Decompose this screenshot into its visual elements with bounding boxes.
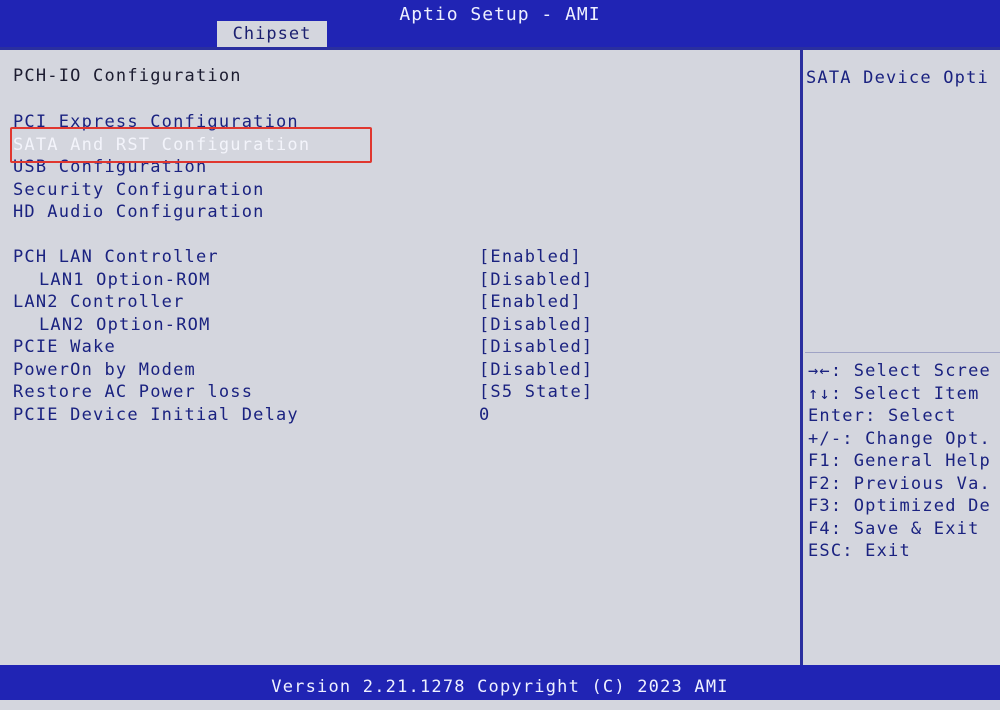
key-hint-esc: ESC: Exit	[808, 541, 911, 561]
setting-value-lan2-rom[interactable]: [Disabled]	[479, 315, 593, 335]
setting-label-pcie-delay: PCIE Device Initial Delay	[13, 405, 299, 425]
setting-label-poweron-modem: PowerOn by Modem	[13, 360, 196, 380]
key-hint-change-option: +/-: Change Opt.	[808, 428, 991, 449]
help-text: SATA Device Opti	[806, 68, 989, 88]
app-title: Aptio Setup - AMI	[399, 4, 601, 25]
panel-divider	[800, 48, 803, 665]
setting-label-restore-ac: Restore AC Power loss	[13, 382, 254, 402]
setting-value-lan1-rom[interactable]: [Disabled]	[479, 270, 593, 290]
title-bar: Aptio Setup - AMI Chipset	[0, 0, 1000, 47]
setting-label-lan2: LAN2 Controller	[13, 292, 185, 312]
tab-chipset[interactable]: Chipset	[217, 21, 327, 47]
setting-value-lan2[interactable]: [Enabled]	[479, 292, 582, 312]
setting-value-poweron-modem[interactable]: [Disabled]	[479, 360, 593, 380]
setting-label-lan1-rom: LAN1 Option-ROM	[39, 270, 211, 290]
setting-value-pcie-delay[interactable]: 0	[479, 405, 490, 425]
setting-value-pcie-wake[interactable]: [Disabled]	[479, 337, 593, 357]
page-title: PCH-IO Configuration	[13, 66, 242, 86]
setting-label-lan2-rom: LAN2 Option-ROM	[39, 315, 211, 335]
key-hint-select-screen: →←: Select Scree	[808, 361, 991, 381]
key-hint-enter: Enter: Select	[808, 406, 957, 426]
setting-value-pch-lan[interactable]: [Enabled]	[479, 247, 582, 267]
setting-value-restore-ac[interactable]: [S5 State]	[479, 382, 593, 402]
setting-label-pch-lan: PCH LAN Controller	[13, 247, 219, 267]
menu-item-security[interactable]: Security Configuration	[13, 180, 265, 200]
setting-label-pcie-wake: PCIE Wake	[13, 337, 116, 357]
key-hint-f3: F3: Optimized De	[808, 496, 991, 516]
menu-item-hd-audio[interactable]: HD Audio Configuration	[13, 202, 265, 222]
selection-outline	[10, 127, 372, 163]
key-hint-f2: F2: Previous Va.	[808, 473, 991, 494]
key-hint-f1: F1: General Help	[808, 451, 991, 471]
version-footer: Version 2.21.1278 Copyright (C) 2023 AMI	[0, 665, 1000, 700]
help-separator	[805, 352, 1000, 353]
key-legend: →←: Select Scree ↑↓: Select Item Enter: …	[808, 360, 1000, 563]
key-hint-f4: F4: Save & Exit	[808, 518, 980, 539]
key-hint-select-item: ↑↓: Select Item	[808, 383, 980, 404]
